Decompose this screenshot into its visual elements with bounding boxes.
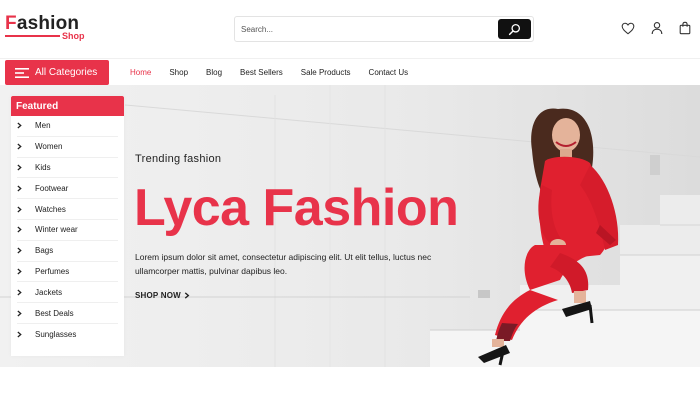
sidebar-item-bags[interactable]: Bags [17,241,118,262]
logo[interactable]: Fashion Shop [5,14,95,44]
nav-link-shop[interactable]: Shop [169,68,188,77]
user-icon [651,22,663,35]
nav-link-sale-products[interactable]: Sale Products [301,68,351,77]
sidebar-item-label: Kids [35,162,51,172]
chevron-right-icon [17,310,27,317]
sidebar-item-label: Best Deals [35,308,74,318]
shop-now-label: SHOP NOW [135,291,181,300]
sidebar-item-footwear[interactable]: Footwear [17,178,118,200]
logo-first-letter: F [5,13,17,34]
sidebar-item-watches[interactable]: Watches [17,199,118,220]
sidebar-item-label: Bags [35,246,54,256]
chevron-right-icon [17,247,27,254]
heart-icon [621,22,635,34]
logo-sub: Shop [62,31,85,41]
sidebar-item-label: Women [35,142,63,152]
sidebar-item-label: Winter wear [35,225,78,235]
hero-title: Lyca Fashion [134,179,459,237]
hero-description: Lorem ipsum dolor sit amet, consectetur … [135,252,432,276]
hero-kicker: Trending fashion [135,153,222,165]
all-categories-label: All Categories [35,67,98,78]
featured-list: Men Women Kids Footwear Watches Winter w… [11,116,124,345]
sidebar-item-label: Men [35,121,51,131]
chevron-right-icon [17,289,27,296]
sidebar-item-label: Footwear [35,183,69,193]
wishlist-button[interactable] [620,20,636,36]
search-bar [234,16,534,42]
account-button[interactable] [649,20,665,36]
nav-link-blog[interactable]: Blog [206,68,222,77]
main-nav: All Categories Home Shop Blog Best Selle… [0,58,700,85]
sidebar-item-label: Sunglasses [35,329,77,339]
chevron-right-icon [17,185,27,192]
logo-underline [5,35,60,37]
nav-link-home[interactable]: Home [130,68,151,77]
nav-link-best-sellers[interactable]: Best Sellers [240,68,283,77]
model-image [478,108,619,366]
sidebar-item-label: Perfumes [35,266,70,276]
sidebar-item-label: Jackets [35,287,63,297]
sidebar-item-sunglasses[interactable]: Sunglasses [17,324,118,345]
shopping-bag-icon [679,21,691,35]
shop-now-link[interactable]: SHOP NOW [135,291,190,300]
sidebar-item-jackets[interactable]: Jackets [17,282,118,304]
chevron-right-icon [17,164,27,171]
sidebar-item-label: Watches [35,204,66,214]
sidebar-item-winter-wear[interactable]: Winter wear [17,220,118,241]
featured-sidebar: Featured Men Women Kids Footwear Watches… [11,96,124,356]
search-button[interactable] [498,19,531,39]
chevron-right-icon [17,268,27,275]
menu-icon [15,67,29,78]
featured-title: Featured [11,96,124,116]
site-header: Fashion Shop [0,0,700,58]
sidebar-item-best-deals[interactable]: Best Deals [17,303,118,324]
chevron-right-icon [17,122,27,129]
all-categories-button[interactable]: All Categories [5,60,109,85]
chevron-right-icon [17,143,27,150]
sidebar-item-perfumes[interactable]: Perfumes [17,262,118,283]
sidebar-item-men[interactable]: Men [17,116,118,137]
search-icon [508,23,521,35]
chevron-right-icon [184,292,190,299]
nav-links: Home Shop Blog Best Sellers Sale Product… [130,59,426,86]
chevron-right-icon [17,226,27,233]
sidebar-item-kids[interactable]: Kids [17,158,118,179]
nav-link-contact-us[interactable]: Contact Us [369,68,409,77]
cart-button[interactable] [677,20,693,36]
sidebar-item-women[interactable]: Women [17,137,118,158]
search-input[interactable] [241,20,491,38]
chevron-right-icon [17,331,27,338]
chevron-right-icon [17,206,27,213]
